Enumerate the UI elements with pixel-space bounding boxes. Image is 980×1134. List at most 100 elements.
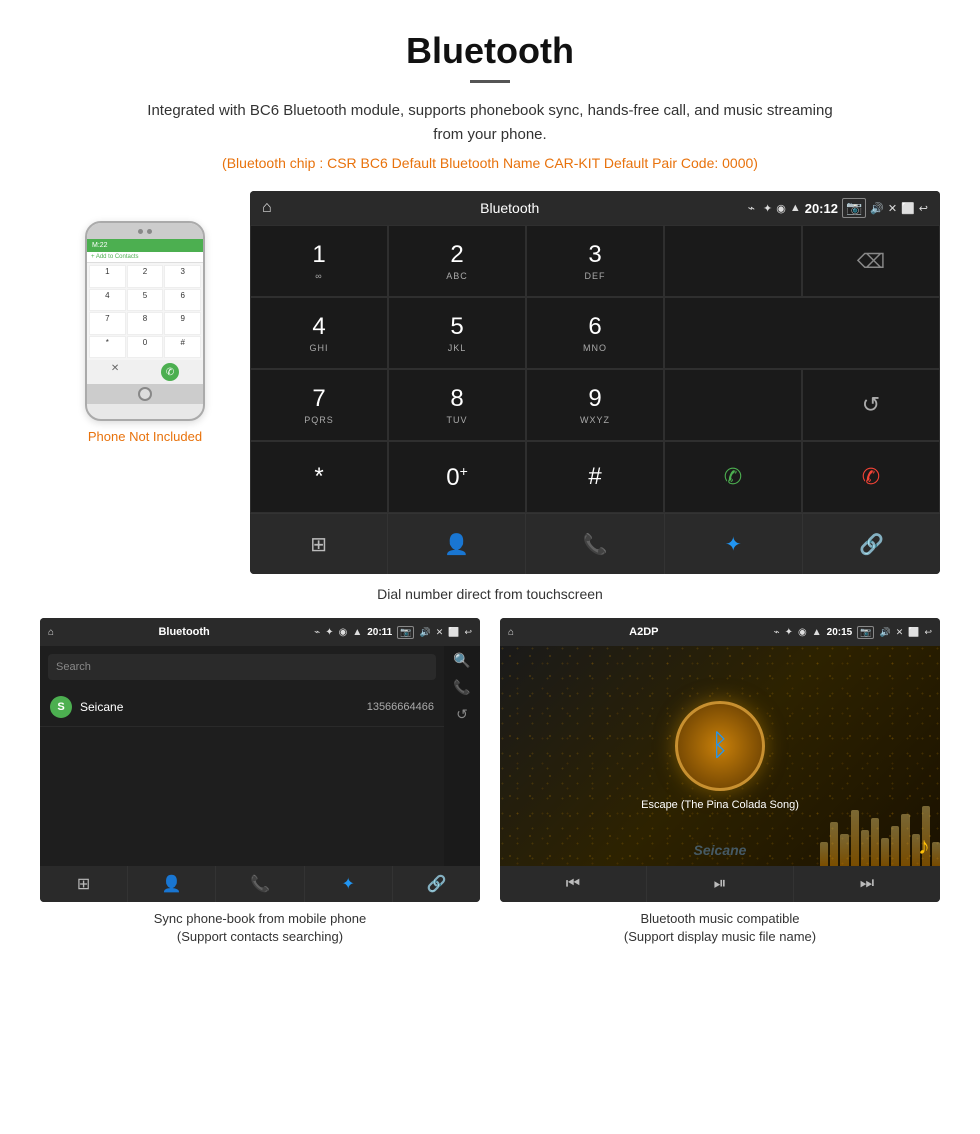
pb-back-icon[interactable]: ↩ [464,627,472,638]
pb-main: Search S Seicane 13566664466 [40,646,444,866]
contacts-icon[interactable]: 👤 [388,514,526,574]
dialpad-grid: 1∞ 2ABC 3DEF ⌫ 4GHI 5JKL [250,225,940,513]
dial-key-6[interactable]: 6MNO [526,297,664,369]
phone-key-5[interactable]: 5 [127,289,164,312]
phone-key-9[interactable]: 9 [164,312,201,335]
page-header: Bluetooth Integrated with BC6 Bluetooth … [0,0,980,181]
phone-key-8[interactable]: 8 [127,312,164,335]
pb-bluetooth-icon[interactable]: ✦ [305,866,393,902]
phone-container: M:22 + Add to Contacts 1 2 3 4 5 6 7 8 9… [40,221,250,444]
pb-contacts-icon[interactable]: 👤 [128,866,216,902]
top-section: M:22 + Add to Contacts 1 2 3 4 5 6 7 8 9… [40,191,940,574]
pb-vol-icon[interactable]: 🔊 [419,627,430,638]
phone-key-6[interactable]: 6 [164,289,201,312]
phone-screen: M:22 + Add to Contacts 1 2 3 4 5 6 7 8 9… [87,239,203,384]
phone-key-1[interactable]: 1 [89,265,126,288]
ms-vol-icon[interactable]: 🔊 [879,627,890,638]
pb-sidebar-call-icon[interactable]: 📞 [453,679,470,696]
phone-call-button[interactable]: ✆ [161,363,179,381]
dial-empty-3 [664,369,802,441]
pb-usb-icon: ⌁ [314,627,320,638]
phone-key-2[interactable]: 2 [127,265,164,288]
ms-close-icon[interactable]: ✕ [896,627,904,638]
pb-sidebar-refresh-icon[interactable]: ↺ [456,706,468,723]
pb-sidebar-search-icon[interactable]: 🔍 [453,652,470,669]
phone-key-3[interactable]: 3 [164,265,201,288]
pb-contact-avatar: S [50,696,72,718]
dial-key-hash[interactable]: # [526,441,664,513]
pb-dialpad-icon[interactable]: ⊞ [40,866,128,902]
ms-usb-icon: ⌁ [774,627,780,638]
pb-sidebar: 🔍 📞 ↺ [444,646,480,866]
pb-contact-name: Seicane [80,700,359,714]
dial-key-4[interactable]: 4GHI [250,297,388,369]
dial-key-9[interactable]: 9WXYZ [526,369,664,441]
pb-fs-icon[interactable]: ⬜ [448,627,459,638]
phone-illustration: M:22 + Add to Contacts 1 2 3 4 5 6 7 8 9… [85,221,205,421]
ms-title: A2DP [519,626,769,638]
pb-call-icon[interactable]: 📞 [216,866,304,902]
bluetooth-icon[interactable]: ✦ [665,514,803,574]
ms-back-icon[interactable]: ↩ [924,627,932,638]
bluetooth-status-icon: ✦ [763,202,772,215]
dial-display [664,225,802,297]
ms-home-icon[interactable]: ⌂ [508,627,514,638]
main-content: M:22 + Add to Contacts 1 2 3 4 5 6 7 8 9… [0,181,980,966]
dial-key-7[interactable]: 7PQRS [250,369,388,441]
pb-close-icon[interactable]: ✕ [436,627,444,638]
dial-key-8[interactable]: 8TUV [388,369,526,441]
dial-call-button[interactable]: ✆ [664,441,802,513]
dial-redial-button[interactable]: ↺ [802,369,940,441]
phone-key-7[interactable]: 7 [89,312,126,335]
page-description: Integrated with BC6 Bluetooth module, su… [140,99,840,147]
link-icon[interactable]: 🔗 [803,514,940,574]
ms-fs-icon[interactable]: ⬜ [908,627,919,638]
ms-loc-icon: ◉ [798,627,807,638]
dial-key-2[interactable]: 2ABC [388,225,526,297]
fullscreen-icon[interactable]: ⬜ [901,202,915,215]
dial-empty-2 [664,297,940,369]
pb-bt-icon: ✦ [325,627,333,638]
phone-home-button[interactable] [138,387,152,401]
title-divider [470,80,510,83]
dial-key-star[interactable]: * [250,441,388,513]
ms-prev-button[interactable]: ⏮ [500,866,647,902]
pb-loc-icon: ◉ [339,627,348,638]
back-icon[interactable]: ↩ [919,202,928,215]
call-log-icon[interactable]: 📞 [526,514,664,574]
car-dial-screen: ⌂ Bluetooth ⌁ ✦ ◉ ▲ 20:12 📷 🔊 ✕ ⬜ ↩ [250,191,940,574]
phone-key-hash[interactable]: # [164,336,201,359]
dial-hangup-button[interactable]: ✆ [802,441,940,513]
ms-next-button[interactable]: ⏭ [794,866,940,902]
home-icon[interactable]: ⌂ [262,199,272,217]
phone-top-bar [87,223,203,239]
ms-body: ᛒ ♪ Escape (The Pina Colada Song) Seican… [500,646,940,866]
phone-key-4[interactable]: 4 [89,289,126,312]
dial-key-0[interactable]: 0+ [388,441,526,513]
ms-camera-icon[interactable]: 📷 [857,626,874,639]
phone-screen-header: M:22 [87,239,203,252]
ms-statusbar: ⌂ A2DP ⌁ ✦ ◉ ▲ 20:15 📷 🔊 ✕ ⬜ ↩ [500,618,940,646]
ms-play-pause-button[interactable]: ⏯ [647,866,794,902]
pb-statusbar: ⌂ Bluetooth ⌁ ✦ ◉ ▲ 20:11 📷 🔊 ✕ ⬜ ↩ [40,618,480,646]
dialpad-icon[interactable]: ⊞ [250,514,388,574]
pb-search-bar[interactable]: Search [48,654,436,680]
statusbar-time: 20:12 [805,201,838,216]
volume-icon[interactable]: 🔊 [870,202,884,215]
dial-key-1[interactable]: 1∞ [250,225,388,297]
dial-delete-button[interactable]: ⌫ [802,225,940,297]
dial-key-3[interactable]: 3DEF [526,225,664,297]
phone-call-row: ✕ ✆ [87,360,203,384]
dial-key-5[interactable]: 5JKL [388,297,526,369]
pb-link-icon[interactable]: 🔗 [393,866,480,902]
phonebook-screen: ⌂ Bluetooth ⌁ ✦ ◉ ▲ 20:11 📷 🔊 ✕ ⬜ ↩ [40,618,480,902]
close-icon[interactable]: ✕ [888,202,897,215]
pb-contact-row[interactable]: S Seicane 13566664466 [40,688,444,727]
pb-camera-icon[interactable]: 📷 [397,626,414,639]
camera-icon[interactable]: 📷 [842,198,866,218]
phone-add-contact: + Add to Contacts [87,252,203,263]
pb-home-icon[interactable]: ⌂ [48,627,54,638]
dialpad-bottom-bar: ⊞ 👤 📞 ✦ 🔗 [250,513,940,574]
phone-key-star[interactable]: * [89,336,126,359]
phone-key-0[interactable]: 0 [127,336,164,359]
